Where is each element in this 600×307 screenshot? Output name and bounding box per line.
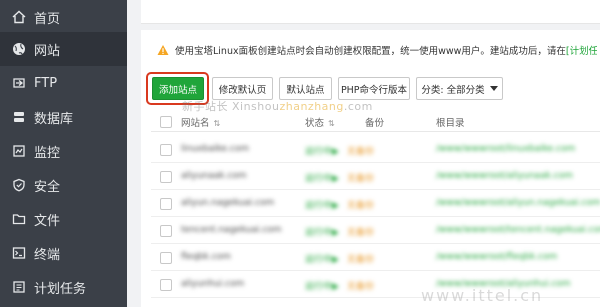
sidebar-item-label: 文件 — [34, 213, 61, 229]
backup-cell[interactable]: 无备份 — [347, 225, 374, 238]
sidebar-item-label: 网站 — [34, 43, 61, 59]
php-cli-version-button[interactable]: PHP命令行版本 — [338, 77, 410, 100]
table-header: 网站名 ⇅ 状态 ⇅ 备份 根目录 — [151, 112, 600, 132]
sidebar-item-label: 数据库 — [34, 111, 74, 127]
sidebar-item-cron[interactable]: 计划任务 — [0, 270, 127, 304]
backup-cell[interactable]: 无备份 — [347, 252, 374, 265]
sort-icon: ⇅ — [213, 119, 221, 128]
notice-text: 使用宝塔Linux面板创建站点时会自动创建权限配置，统一使用www用户。建站成功… — [175, 46, 566, 57]
sidebar-item-label: 计划任务 — [34, 281, 87, 297]
sidebar-item-sites[interactable]: 网站 — [0, 32, 127, 66]
table-row[interactable]: linuxbaike.com 运行中▶ 无备份 /www/wwwroot/lin… — [151, 137, 600, 163]
status-cell[interactable]: 运行中▶ — [305, 144, 339, 157]
backup-cell[interactable]: 无备份 — [347, 198, 374, 211]
column-root: 根目录 — [436, 118, 465, 129]
site-name-cell[interactable]: aliyunhui.com — [181, 279, 244, 289]
select-all-checkbox[interactable] — [160, 116, 172, 128]
column-backup: 备份 — [365, 118, 385, 129]
sidebar-item-label: 首页 — [34, 11, 61, 27]
site-name-cell[interactable]: linuxbaike.com — [181, 144, 249, 154]
sidebar-item-security[interactable]: 安全 — [0, 168, 127, 202]
column-site-name[interactable]: 网站名 ⇅ — [181, 115, 220, 129]
status-cell[interactable]: 运行中▶ — [305, 225, 339, 238]
modify-default-page-button[interactable]: 修改默认页 — [212, 77, 273, 100]
watermark-bottom: www.ittel.cn — [421, 286, 544, 305]
warning-icon — [157, 45, 169, 55]
sidebar-item-home[interactable]: 首页 — [0, 0, 127, 34]
column-status[interactable]: 状态 ⇅ — [305, 115, 335, 129]
category-select-value: 分类: 全部分类 — [421, 84, 485, 96]
status-cell[interactable]: 运行中▶ — [305, 252, 339, 265]
site-name-cell[interactable]: aliyunaak.com — [181, 171, 247, 181]
site-name-cell[interactable]: tencent.nagekuai.com — [181, 225, 282, 235]
database-icon — [12, 110, 26, 124]
backup-cell[interactable]: 无备份 — [347, 171, 374, 184]
ftp-icon — [12, 76, 26, 90]
row-checkbox[interactable] — [160, 171, 172, 183]
notice-bar: 使用宝塔Linux面板创建站点时会自动创建权限配置，统一使用www用户。建站成功… — [157, 40, 597, 60]
root-cell[interactable]: /www/wwwroot/aliyunaak.com — [436, 171, 573, 181]
site-management-panel: 使用宝塔Linux面板创建站点时会自动创建权限配置，统一使用www用户。建站成功… — [141, 30, 600, 307]
shield-icon — [12, 178, 26, 192]
root-cell[interactable]: /www/wwwroot/fleqbk.com — [436, 252, 557, 262]
status-cell[interactable]: 运行中▶ — [305, 171, 339, 184]
sidebar-item-label: FTP — [34, 75, 58, 91]
sidebar: 首页 网站 FTP 数据库 监控 安全 文件 终端 计划任务 — [0, 0, 127, 307]
top-bar — [141, 0, 600, 24]
default-site-button[interactable]: 默认站点 — [279, 77, 332, 100]
site-name-cell[interactable]: aliyun.nagekuai.com — [181, 198, 274, 208]
table-row[interactable]: tencent.nagekuai.com 运行中▶ 无备份 /www/wwwro… — [151, 218, 600, 244]
sidebar-item-files[interactable]: 文件 — [0, 202, 127, 236]
backup-cell[interactable]: 无备份 — [347, 279, 374, 292]
site-name-cell[interactable]: fleqbk.com — [181, 252, 231, 262]
sidebar-item-label: 安全 — [34, 179, 61, 195]
row-checkbox[interactable] — [160, 225, 172, 237]
cron-link[interactable]: [计划任务] — [566, 43, 597, 57]
sidebar-item-database[interactable]: 数据库 — [0, 100, 127, 134]
sidebar-item-label: 终端 — [34, 247, 61, 263]
table-row[interactable]: aliyun.nagekuai.com 运行中▶ 无备份 /www/wwwroo… — [151, 191, 600, 217]
root-cell[interactable]: /www/wwwroot/linuxbaike.com — [436, 144, 575, 154]
category-select[interactable]: 分类: 全部分类 — [416, 77, 503, 100]
monitor-icon — [12, 144, 26, 158]
table-row[interactable]: aliyunaak.com 运行中▶ 无备份 /www/wwwroot/aliy… — [151, 164, 600, 190]
sidebar-item-label: 监控 — [34, 145, 61, 161]
status-cell[interactable]: 运行中▶ — [305, 198, 339, 211]
folder-icon — [12, 212, 26, 226]
sidebar-item-monitor[interactable]: 监控 — [0, 134, 127, 168]
row-checkbox[interactable] — [160, 252, 172, 264]
chevron-down-icon — [489, 86, 498, 91]
backup-cell[interactable]: 无备份 — [347, 144, 374, 157]
row-checkbox[interactable] — [160, 279, 172, 291]
globe-icon — [12, 42, 26, 56]
row-checkbox[interactable] — [160, 144, 172, 156]
table-row[interactable]: fleqbk.com 运行中▶ 无备份 /www/wwwroot/fleqbk.… — [151, 245, 600, 271]
root-cell[interactable]: /www/wwwroot/tencent.nagekuai.com — [436, 225, 600, 235]
sidebar-item-ftp[interactable]: FTP — [0, 66, 127, 100]
terminal-icon — [12, 246, 26, 260]
sort-icon: ⇅ — [328, 119, 335, 128]
sidebar-item-terminal[interactable]: 终端 — [0, 236, 127, 270]
task-icon — [12, 280, 26, 294]
status-cell[interactable]: 运行中▶ — [305, 279, 339, 292]
row-checkbox[interactable] — [160, 198, 172, 210]
root-cell[interactable]: /www/wwwroot/aliyun.nagekuai.com — [436, 198, 600, 208]
home-icon — [12, 10, 26, 24]
